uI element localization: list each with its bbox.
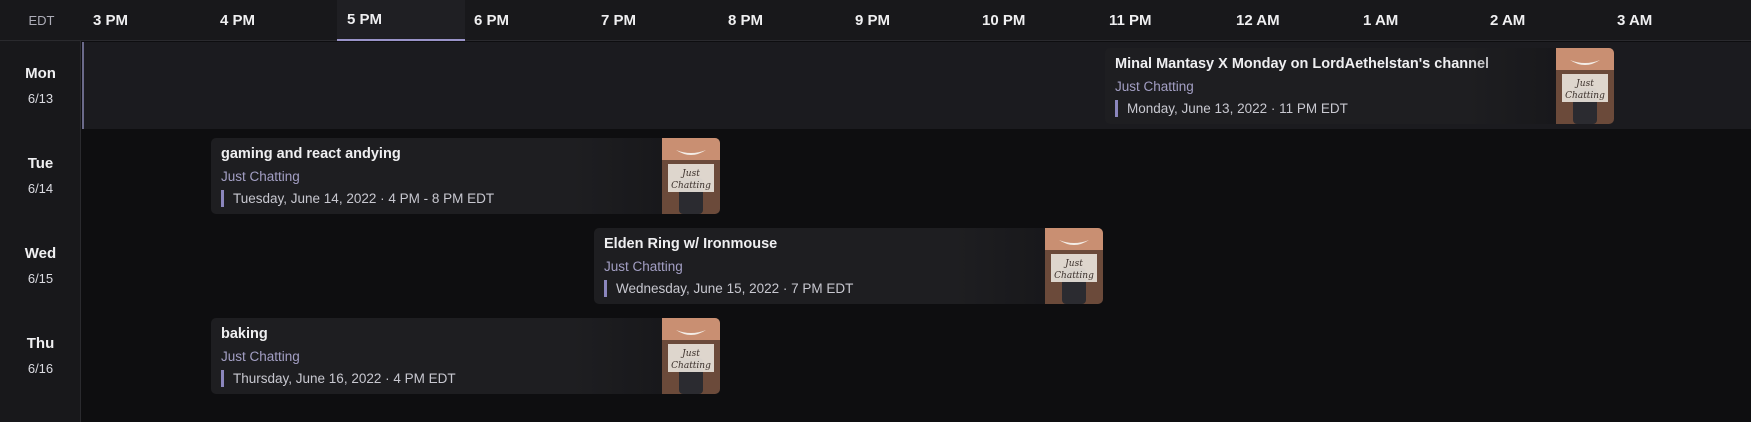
schedule-header: EDT 3 PM 4 PM 5 PM 6 PM 7 PM 8 PM 9 PM 1… [0, 0, 1751, 41]
event-time: Thursday, June 16, 2022 · 4 PM EDT [221, 370, 456, 387]
category-thumbnail[interactable]: Just Chatting [1556, 48, 1614, 124]
svg-text:Just: Just [680, 349, 700, 359]
just-chatting-boxart-icon: Just Chatting [1045, 228, 1103, 304]
day-date: 6/16 [27, 361, 54, 376]
hour-2am[interactable]: 2 AM [1480, 0, 1608, 41]
card-fade [1466, 48, 1556, 124]
day-date: 6/15 [27, 271, 54, 286]
event-category[interactable]: Just Chatting [604, 259, 683, 274]
svg-text:Just: Just [1063, 259, 1083, 269]
day-date: 6/14 [27, 181, 54, 196]
hour-3pm[interactable]: 3 PM [83, 0, 211, 41]
svg-text:Just: Just [1574, 79, 1594, 89]
event-title: Minal Mantasy X Monday on LordAethelstan… [1115, 56, 1490, 72]
hour-9pm[interactable]: 9 PM [845, 0, 973, 41]
event-time: Tuesday, June 14, 2022 · 4 PM - 8 PM EDT [221, 190, 494, 207]
svg-text:Just: Just [680, 169, 700, 179]
hour-3am[interactable]: 3 AM [1607, 0, 1735, 41]
card-fade [572, 138, 662, 214]
svg-text:Chatting: Chatting [671, 181, 711, 191]
day-date: 6/13 [27, 91, 54, 106]
day-name: Thu [26, 335, 55, 352]
hour-1am[interactable]: 1 AM [1353, 0, 1481, 41]
hour-7pm[interactable]: 7 PM [591, 0, 719, 41]
category-thumbnail[interactable]: Just Chatting [662, 138, 720, 214]
hour-10pm[interactable]: 10 PM [972, 0, 1100, 41]
just-chatting-boxart-icon: Just Chatting [662, 318, 720, 394]
day-name: Mon [25, 65, 56, 82]
svg-text:Chatting: Chatting [1054, 271, 1094, 281]
hour-12am[interactable]: 12 AM [1226, 0, 1354, 41]
day-thu: Thu 6/16 [0, 335, 81, 376]
category-thumbnail[interactable]: Just Chatting [662, 318, 720, 394]
svg-text:Chatting: Chatting [1565, 91, 1605, 101]
just-chatting-boxart-icon: Just Chatting [1556, 48, 1614, 124]
svg-text:Chatting: Chatting [671, 361, 711, 371]
hour-8pm[interactable]: 8 PM [718, 0, 846, 41]
category-thumbnail[interactable]: Just Chatting [1045, 228, 1103, 304]
event-title: Elden Ring w/ Ironmouse [604, 236, 778, 252]
schedule-event-card[interactable]: gaming and react andying Just Chatting T… [211, 138, 720, 214]
event-time: Monday, June 13, 2022 · 11 PM EDT [1115, 100, 1348, 117]
day-tue: Tue 6/14 [0, 155, 81, 196]
schedule-event-card[interactable]: baking Just Chatting Thursday, June 16, … [211, 318, 720, 394]
schedule-event-card[interactable]: Elden Ring w/ Ironmouse Just Chatting We… [594, 228, 1103, 304]
hour-11pm[interactable]: 11 PM [1099, 0, 1227, 41]
hour-5pm-current[interactable]: 5 PM [337, 0, 465, 41]
schedule-event-card[interactable]: Minal Mantasy X Monday on LordAethelstan… [1105, 48, 1614, 124]
event-title: baking [221, 326, 268, 342]
card-fade [955, 228, 1045, 304]
hour-4pm[interactable]: 4 PM [210, 0, 338, 41]
just-chatting-boxart-icon: Just Chatting [662, 138, 720, 214]
event-time: Wednesday, June 15, 2022 · 7 PM EDT [604, 280, 853, 297]
event-category[interactable]: Just Chatting [221, 169, 300, 184]
day-wed: Wed 6/15 [0, 245, 81, 286]
day-mon: Mon 6/13 [0, 65, 81, 106]
hour-6pm[interactable]: 6 PM [464, 0, 592, 41]
day-name: Tue [27, 155, 54, 172]
day-column: Mon 6/13 Tue 6/14 Wed 6/15 Thu 6/16 [0, 41, 81, 422]
card-fade [572, 318, 662, 394]
event-category[interactable]: Just Chatting [221, 349, 300, 364]
day-name: Wed [24, 245, 57, 262]
timezone-label: EDT [28, 13, 55, 28]
event-category[interactable]: Just Chatting [1115, 79, 1194, 94]
event-title: gaming and react andying [221, 146, 401, 162]
